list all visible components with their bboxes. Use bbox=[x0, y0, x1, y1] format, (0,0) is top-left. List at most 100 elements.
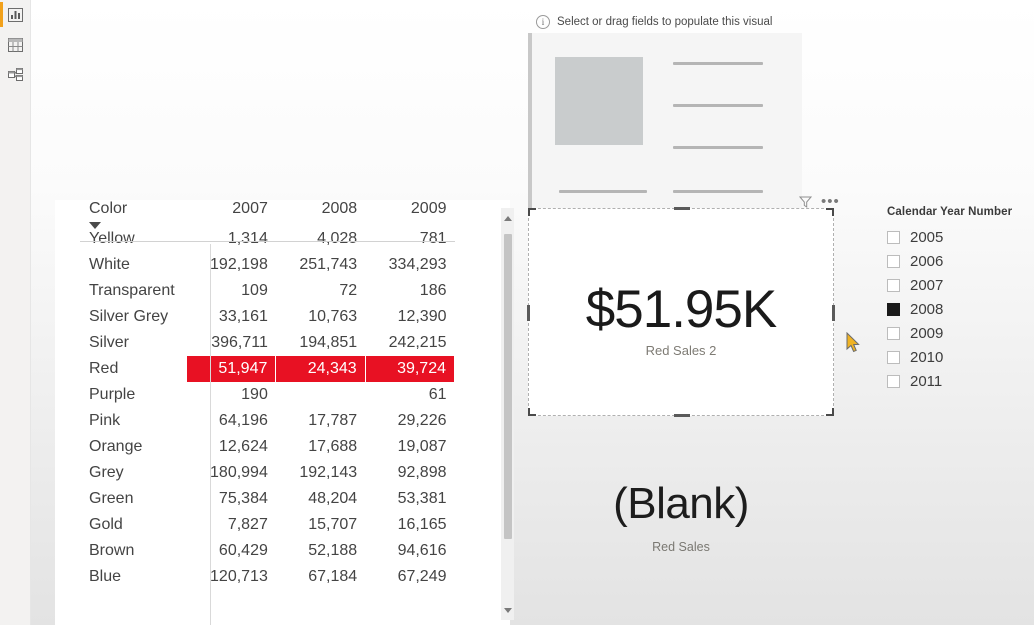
table-row[interactable]: Blue 120,713 67,184 67,249 bbox=[80, 564, 455, 590]
card-visual-red-sales-2[interactable]: $51.95K Red Sales 2 bbox=[527, 207, 835, 417]
cell-2009[interactable]: 61 bbox=[365, 382, 454, 408]
cell-color[interactable]: Transparent bbox=[80, 278, 187, 304]
cell-color[interactable]: White bbox=[80, 252, 187, 278]
cell-2008[interactable]: 192,143 bbox=[276, 460, 365, 486]
table-row[interactable]: Grey 180,994 192,143 92,898 bbox=[80, 460, 455, 486]
cell-color[interactable]: Orange bbox=[80, 434, 187, 460]
table-row[interactable]: Orange 12,624 17,688 19,087 bbox=[80, 434, 455, 460]
cell-2008[interactable]: 72 bbox=[276, 278, 365, 304]
cell-2007[interactable]: 64,196 bbox=[187, 408, 276, 434]
column-header-2009[interactable]: 2009 bbox=[365, 200, 454, 226]
slicer-item-2005[interactable]: 2005 bbox=[887, 225, 1027, 249]
cell-2007[interactable]: 60,429 bbox=[187, 538, 276, 564]
slicer-item-2010[interactable]: 2010 bbox=[887, 345, 1027, 369]
scrollbar-up-button[interactable] bbox=[501, 210, 514, 226]
slicer-calendar-year-number[interactable]: Calendar Year Number 2005 2006 2007 2008 200… bbox=[887, 206, 1027, 393]
cell-2009[interactable]: 39,724 bbox=[364, 356, 456, 382]
filter-funnel-icon[interactable] bbox=[799, 196, 812, 208]
cell-2008[interactable]: 67,184 bbox=[276, 564, 365, 590]
cell-2009[interactable]: 12,390 bbox=[365, 304, 454, 330]
slicer-checkbox-2009[interactable] bbox=[887, 326, 900, 340]
empty-visual-placeholder[interactable] bbox=[528, 33, 802, 211]
scrollbar-down-button[interactable] bbox=[501, 602, 514, 618]
slicer-item-2006[interactable]: 2006 bbox=[887, 249, 1027, 273]
cell-color[interactable]: Red bbox=[80, 356, 187, 382]
cell-2009[interactable]: 242,215 bbox=[365, 330, 454, 356]
cell-2007[interactable]: 120,713 bbox=[187, 564, 276, 590]
sort-descending-caret-icon[interactable] bbox=[89, 222, 101, 229]
card-visual-red-sales[interactable]: (Blank) Red Sales bbox=[528, 482, 834, 582]
cell-color[interactable]: Grey bbox=[80, 460, 187, 486]
cell-2009[interactable]: 94,616 bbox=[365, 538, 454, 564]
cell-2007[interactable]: 192,198 bbox=[187, 252, 276, 278]
cell-2009[interactable]: 186 bbox=[365, 278, 454, 304]
cell-2007[interactable]: 51,947 bbox=[186, 356, 277, 382]
cell-2008[interactable]: 251,743 bbox=[276, 252, 365, 278]
table-row[interactable]: Transparent 109 72 186 bbox=[80, 278, 455, 304]
cell-2007[interactable]: 180,994 bbox=[187, 460, 276, 486]
table-row[interactable]: Red 51,947 24,343 39,724 bbox=[80, 356, 456, 382]
slicer-checkbox-2008[interactable] bbox=[887, 302, 900, 316]
slicer-item-2011[interactable]: 2011 bbox=[887, 369, 1027, 393]
resize-handle-bottom-center[interactable] bbox=[674, 414, 690, 417]
cell-2008[interactable]: 10,763 bbox=[276, 304, 365, 330]
cell-color[interactable]: Brown bbox=[80, 538, 187, 564]
column-header-2008[interactable]: 2008 bbox=[276, 200, 365, 226]
table-row[interactable]: Green 75,384 48,204 53,381 bbox=[80, 486, 455, 512]
cell-2007[interactable]: 1,314 bbox=[187, 226, 276, 252]
slicer-checkbox-2006[interactable] bbox=[887, 254, 900, 268]
cell-2008[interactable]: 15,707 bbox=[276, 512, 365, 538]
slicer-item-2009[interactable]: 2009 bbox=[887, 321, 1027, 345]
sidebar-item-report-view[interactable] bbox=[0, 0, 31, 29]
cell-2007[interactable]: 109 bbox=[187, 278, 276, 304]
cell-2008[interactable]: 194,851 bbox=[276, 330, 365, 356]
cell-color[interactable]: Blue bbox=[80, 564, 187, 590]
cell-color[interactable]: Yellow bbox=[80, 226, 187, 252]
slicer-item-2008[interactable]: 2008 bbox=[887, 297, 1027, 321]
column-header-2007[interactable]: 2007 bbox=[187, 200, 276, 226]
column-header-color[interactable]: Color bbox=[80, 200, 187, 229]
resize-handle-bottom-right[interactable] bbox=[826, 408, 834, 416]
slicer-checkbox-2007[interactable] bbox=[887, 278, 900, 292]
cell-2009[interactable]: 92,898 bbox=[365, 460, 454, 486]
table-row[interactable]: Pink 64,196 17,787 29,226 bbox=[80, 408, 455, 434]
matrix-vertical-scrollbar[interactable] bbox=[501, 208, 514, 620]
cell-color[interactable]: Green bbox=[80, 486, 187, 512]
table-row[interactable]: Brown 60,429 52,188 94,616 bbox=[80, 538, 455, 564]
sidebar-item-data-view[interactable] bbox=[0, 30, 31, 59]
cell-2009[interactable]: 19,087 bbox=[365, 434, 454, 460]
slicer-checkbox-2011[interactable] bbox=[887, 374, 900, 388]
cell-2009[interactable]: 334,293 bbox=[365, 252, 454, 278]
cell-2009[interactable]: 67,249 bbox=[365, 564, 454, 590]
cell-2007[interactable]: 190 bbox=[187, 382, 276, 408]
cell-2007[interactable]: 33,161 bbox=[187, 304, 276, 330]
resize-handle-middle-left[interactable] bbox=[527, 305, 530, 321]
table-row[interactable]: Gold 7,827 15,707 16,165 bbox=[80, 512, 455, 538]
cell-2009[interactable]: 781 bbox=[365, 226, 454, 252]
cell-2007[interactable]: 396,711 bbox=[187, 330, 276, 356]
resize-handle-bottom-left[interactable] bbox=[528, 408, 536, 416]
table-row[interactable]: Purple 190 61 bbox=[80, 382, 455, 408]
table-row[interactable]: Silver 396,711 194,851 242,215 bbox=[80, 330, 455, 356]
cell-color[interactable]: Silver bbox=[80, 330, 187, 356]
table-row[interactable]: White 192,198 251,743 334,293 bbox=[80, 252, 455, 278]
cell-2007[interactable]: 12,624 bbox=[187, 434, 276, 460]
resize-handle-top-center[interactable] bbox=[674, 207, 690, 210]
cell-color[interactable]: Gold bbox=[80, 512, 187, 538]
table-row[interactable]: Silver Grey 33,161 10,763 12,390 bbox=[80, 304, 455, 330]
sidebar-item-model-view[interactable] bbox=[0, 60, 31, 89]
more-options-ellipsis-icon[interactable]: ••• bbox=[821, 194, 840, 209]
cell-color[interactable]: Silver Grey bbox=[80, 304, 187, 330]
cell-color[interactable]: Pink bbox=[80, 408, 187, 434]
cell-2008[interactable]: 17,688 bbox=[276, 434, 365, 460]
cell-2007[interactable]: 7,827 bbox=[187, 512, 276, 538]
matrix-visual-color-by-year[interactable]: Color 2007 2008 2009 Yellow 1,314 4,028 781… bbox=[55, 200, 510, 625]
resize-handle-top-left[interactable] bbox=[528, 208, 536, 216]
report-canvas[interactable]: i Select or drag fields to populate this… bbox=[31, 0, 1034, 625]
table-row[interactable]: Yellow 1,314 4,028 781 bbox=[80, 226, 455, 252]
resize-handle-top-right[interactable] bbox=[826, 208, 834, 216]
resize-handle-middle-right[interactable] bbox=[832, 305, 835, 321]
cell-2008[interactable]: 4,028 bbox=[276, 226, 365, 252]
slicer-checkbox-2010[interactable] bbox=[887, 350, 900, 364]
scrollbar-thumb[interactable] bbox=[504, 234, 512, 539]
